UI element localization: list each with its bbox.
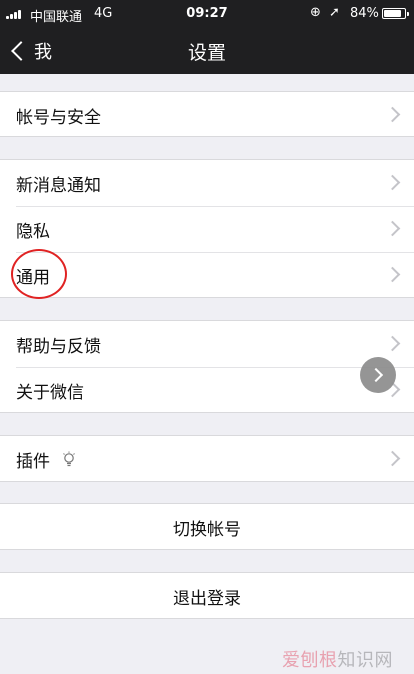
battery-icon (382, 8, 409, 19)
logout-button[interactable]: 退出登录 (0, 573, 414, 619)
watermark-part1: 爱刨根 (282, 650, 338, 671)
orientation-lock-icon: ⊕ (310, 5, 321, 20)
row-help-feedback[interactable]: 帮助与反馈 (0, 321, 414, 367)
row-label: 新消息通知 (16, 175, 101, 196)
watermark-part2: 知识网 (337, 650, 393, 671)
row-label: 插件 (16, 451, 50, 472)
chevron-right-icon (384, 174, 401, 191)
battery-percent: 84% (350, 6, 379, 21)
row-label: 隐私 (16, 221, 50, 242)
battery-fill (384, 10, 401, 17)
group-account: 帐号与安全 (0, 91, 414, 137)
floating-assistive-button[interactable] (360, 357, 396, 393)
group-plugins: 插件 (0, 435, 414, 482)
row-label: 帮助与反馈 (16, 336, 101, 357)
location-arrow-icon: ➚ (329, 5, 340, 20)
row-label: 通用 (16, 267, 50, 288)
chevron-right-icon (368, 367, 384, 383)
watermark: 爱刨根知识网 (282, 646, 393, 672)
row-privacy[interactable]: 隐私 (0, 206, 414, 252)
group-help: 帮助与反馈 关于微信 (0, 320, 414, 413)
page-title: 设置 (187, 42, 226, 64)
top-bar: 中国联通 4G 09:27 ⊕ ➚ 84% 我 设置 (0, 0, 414, 74)
row-notifications[interactable]: 新消息通知 (0, 160, 414, 206)
chevron-right-icon (384, 106, 401, 123)
row-plugins[interactable]: 插件 (0, 436, 414, 482)
row-label: 关于微信 (16, 382, 84, 403)
status-icons: ⊕ ➚ (310, 5, 340, 20)
chevron-right-icon (384, 266, 401, 283)
group-switch-account: 切换帐号 (0, 503, 414, 550)
row-label: 帐号与安全 (16, 107, 101, 128)
row-account-security[interactable]: 帐号与安全 (0, 92, 414, 138)
status-bar: 中国联通 4G 09:27 ⊕ ➚ 84% (0, 0, 414, 28)
logout-label: 退出登录 (173, 588, 241, 609)
switch-account-label: 切换帐号 (173, 519, 241, 540)
group-settings: 新消息通知 隐私 通用 (0, 159, 414, 298)
chevron-right-icon (384, 220, 401, 237)
row-about[interactable]: 关于微信 (0, 367, 414, 413)
switch-account-button[interactable]: 切换帐号 (0, 504, 414, 550)
lightbulb-icon (62, 451, 76, 467)
row-general[interactable]: 通用 (0, 252, 414, 298)
group-logout: 退出登录 (0, 572, 414, 619)
chevron-right-icon (384, 335, 401, 352)
chevron-right-icon (384, 450, 401, 467)
